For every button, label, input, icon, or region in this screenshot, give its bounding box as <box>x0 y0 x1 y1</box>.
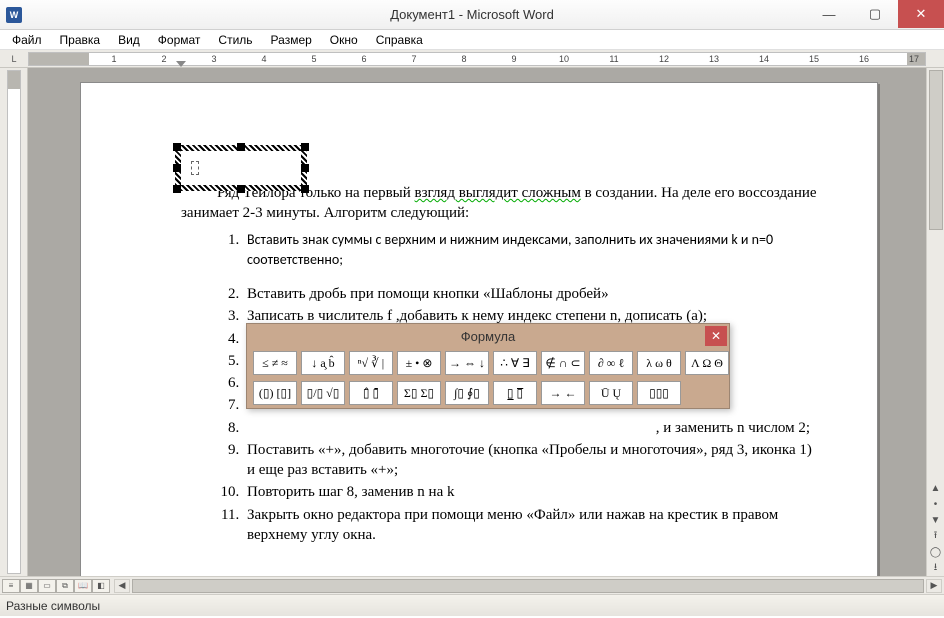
view-normal-icon[interactable]: ≡ <box>2 579 20 593</box>
view-reading-icon[interactable]: 📖 <box>74 579 92 593</box>
embellishments-button[interactable]: ↓ a̧ b̂ <box>301 351 345 375</box>
equation-cursor-placeholder[interactable] <box>191 161 199 175</box>
products-set-theory-templates-button[interactable]: Ū Ų <box>589 381 633 405</box>
maximize-button[interactable]: ▢ <box>852 0 898 28</box>
step-11[interactable]: Закрыть окно редактора при помощи меню «… <box>243 505 817 546</box>
window-controls: — ▢ ✕ <box>806 0 944 28</box>
step-10[interactable]: Повторить шаг 8, заменив n на k <box>243 482 817 502</box>
menu-style[interactable]: Стиль <box>210 31 260 49</box>
titlebar: W Документ1 - Microsoft Word — ▢ ✕ <box>0 0 944 30</box>
window-title: Документ1 - Microsoft Word <box>0 7 944 22</box>
indent-marker[interactable] <box>176 61 186 67</box>
arithmetic-symbols-button[interactable]: ± • ⊗ <box>397 351 441 375</box>
relational-symbols-button[interactable]: ≤ ≠ ≈ <box>253 351 297 375</box>
intro-text-wave: взгляд выглядит сложным <box>415 185 581 201</box>
scroll-up-icon[interactable]: ▲ <box>928 480 944 496</box>
menu-window[interactable]: Окно <box>322 31 366 49</box>
scroll-dot-icon[interactable]: • <box>928 496 944 512</box>
menu-edit[interactable]: Правка <box>52 31 109 49</box>
step-1[interactable]: Вставить знак суммы с верхним и нижним и… <box>243 230 817 271</box>
menu-file[interactable]: Файл <box>4 31 50 49</box>
horizontal-scrollbar-row: ≡ ▦ ▭ ⧉ 📖 ◧ ◀ ▶ <box>0 576 944 594</box>
workspace: Ряд Тейлора только на первый взгляд выгл… <box>0 68 944 576</box>
fence-templates-button[interactable]: (▯) [▯] <box>253 381 297 405</box>
horizontal-scroll-track[interactable]: ◀ ▶ <box>114 579 942 593</box>
minimize-button[interactable]: — <box>806 0 852 28</box>
summation-templates-button[interactable]: Σ▯ Σ▯ <box>397 381 441 405</box>
horizontal-ruler[interactable]: L 1234567891011121314151617 <box>0 50 944 68</box>
equation-object-selected[interactable] <box>181 151 301 185</box>
ruler-left-margin[interactable] <box>29 53 89 65</box>
page-area: Ряд Тейлора только на первый взгляд выгл… <box>28 68 926 576</box>
vertical-scrollbar[interactable]: ▲ • ▼ ⭱ ◯ ⭳ <box>926 68 944 576</box>
formula-dialog-close-button[interactable]: ✕ <box>705 326 727 346</box>
misc-symbols-button[interactable]: ∂ ∞ ℓ <box>589 351 633 375</box>
integral-templates-button[interactable]: ∫▯ ∮▯ <box>445 381 489 405</box>
view-buttons: ≡ ▦ ▭ ⧉ 📖 ◧ <box>0 579 112 593</box>
next-page-icon[interactable]: ⭳ <box>928 560 944 576</box>
menu-help[interactable]: Справка <box>368 31 431 49</box>
word-app-icon: W <box>6 7 22 23</box>
formula-dialog-title: Формула <box>461 329 515 344</box>
ruler-corner: L <box>0 50 28 68</box>
operator-symbols-button[interactable]: ⁿ√ ∛ | <box>349 351 393 375</box>
logical-symbols-button[interactable]: ∴ ∀ ∃ <box>493 351 537 375</box>
step-8[interactable]: , и заменить n числом 2; <box>243 418 817 438</box>
labeled-arrow-templates-button[interactable]: → ← <box>541 381 585 405</box>
formula-row-2: (▯) [▯] ▯/▯ √▯ ▯̂ ▯̄ Σ▯ Σ▯ ∫▯ ∮▯ ▯̲ ▯̅ →… <box>247 378 729 408</box>
scroll-thumb-v[interactable] <box>929 70 943 230</box>
prev-page-icon[interactable]: ⭱ <box>928 528 944 544</box>
ruler-track[interactable]: 1234567891011121314151617 <box>28 52 926 66</box>
arrow-symbols-button[interactable]: → ⇔ ↓ <box>445 351 489 375</box>
formula-dialog[interactable]: Формула ✕ ≤ ≠ ≈ ↓ a̧ b̂ ⁿ√ ∛ | ± • ⊗ → ⇔… <box>246 323 730 409</box>
view-print-icon[interactable]: ▭ <box>38 579 56 593</box>
formula-row-1: ≤ ≠ ≈ ↓ a̧ b̂ ⁿ√ ∛ | ± • ⊗ → ⇔ ↓ ∴ ∀ ∃ ∉… <box>247 348 729 378</box>
statusbar: Разные символы <box>0 594 944 616</box>
scroll-right-icon[interactable]: ▶ <box>926 579 942 593</box>
subscript-superscript-templates-button[interactable]: ▯̂ ▯̄ <box>349 381 393 405</box>
status-text: Разные символы <box>6 599 100 613</box>
scroll-left-icon[interactable]: ◀ <box>114 579 130 593</box>
scroll-down-icon[interactable]: ▼ <box>928 512 944 528</box>
menu-view[interactable]: Вид <box>110 31 148 49</box>
view-web-icon[interactable]: ▦ <box>20 579 38 593</box>
ruler-numbers: 1234567891011121314151617 <box>89 53 939 65</box>
step-2[interactable]: Вставить дробь при помощи кнопки «Шаблон… <box>243 284 817 304</box>
equation-inner[interactable] <box>187 157 295 179</box>
matrix-templates-button[interactable]: ▯▯▯ <box>637 381 681 405</box>
greek-uppercase-button[interactable]: Λ Ω Θ <box>685 351 729 375</box>
menu-format[interactable]: Формат <box>150 31 209 49</box>
view-outline-icon[interactable]: ⧉ <box>56 579 74 593</box>
overbar-underbar-templates-button[interactable]: ▯̲ ▯̅ <box>493 381 537 405</box>
ruler-top-margin[interactable] <box>8 71 20 89</box>
vertical-ruler[interactable] <box>0 68 28 576</box>
view-draft-icon[interactable]: ◧ <box>92 579 110 593</box>
menu-size[interactable]: Размер <box>263 31 320 49</box>
step-9[interactable]: Поставить «+», добавить многоточие (кноп… <box>243 440 817 481</box>
scroll-thumb-h[interactable] <box>132 579 924 593</box>
close-button[interactable]: ✕ <box>898 0 944 28</box>
menubar: Файл Правка Вид Формат Стиль Размер Окно… <box>0 30 944 50</box>
greek-lowercase-button[interactable]: λ ω θ <box>637 351 681 375</box>
set-theory-symbols-button[interactable]: ∉ ∩ ⊂ <box>541 351 585 375</box>
formula-dialog-titlebar[interactable]: Формула ✕ <box>247 324 729 348</box>
browse-object-icon[interactable]: ◯ <box>928 544 944 560</box>
fraction-radical-templates-button[interactable]: ▯/▯ √▯ <box>301 381 345 405</box>
